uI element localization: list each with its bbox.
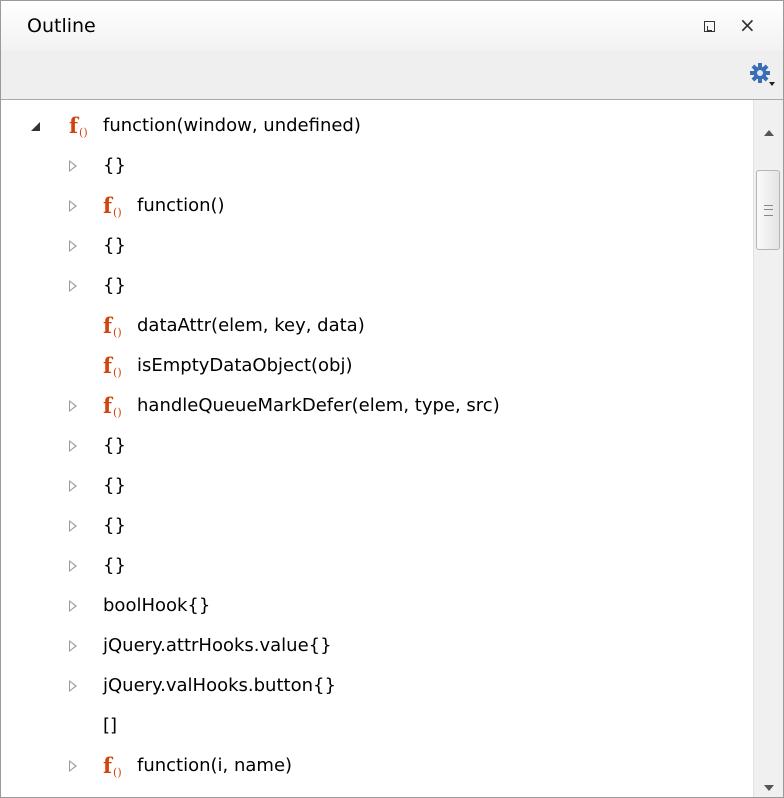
tree-item-label: function(i, name)	[137, 755, 293, 776]
tree-item[interactable]: {}	[1, 146, 753, 186]
tree-item[interactable]: []	[1, 786, 753, 797]
function-icon-parens: ()	[113, 366, 122, 379]
collapsed-arrow-icon[interactable]	[69, 280, 77, 292]
function-icon-parens: ()	[79, 126, 88, 139]
tree-item-label: {}	[103, 555, 126, 576]
function-icon: f()	[69, 106, 88, 146]
collapsed-arrow-icon[interactable]	[69, 440, 77, 452]
function-icon: f()	[103, 746, 122, 786]
function-icon: f()	[103, 186, 122, 226]
function-icon-letter: f	[103, 313, 113, 338]
collapsed-arrow-icon[interactable]	[69, 640, 77, 652]
panel-toolbar	[1, 51, 783, 100]
scroll-down-icon[interactable]	[764, 785, 774, 791]
function-icon-letter: f	[103, 353, 113, 378]
tree-item-label: []	[103, 786, 117, 797]
tree-item[interactable]: boolHook{}	[1, 586, 753, 626]
vertical-scrollbar[interactable]	[753, 100, 783, 797]
function-icon-letter: f	[69, 113, 79, 138]
tree-item[interactable]: f() isEmptyDataObject(obj)	[1, 346, 753, 386]
tree-item-label: {}	[103, 475, 126, 496]
tree-item-label: {}	[103, 515, 126, 536]
expanded-arrow-icon[interactable]	[31, 122, 40, 131]
tree-item-label: handleQueueMarkDefer(elem, type, src)	[137, 395, 500, 416]
tree-item-label: function()	[137, 195, 225, 216]
outline-tree: f() function(window, undefined){} f() funct…	[1, 100, 753, 797]
gear-icon[interactable]	[749, 62, 775, 88]
tree-item[interactable]: {}	[1, 546, 753, 586]
close-icon[interactable]: ×	[739, 13, 756, 37]
tree-item-label: {}	[103, 435, 126, 456]
scroll-up-icon[interactable]	[764, 130, 774, 136]
tree-item[interactable]: {}	[1, 226, 753, 266]
collapsed-arrow-icon[interactable]	[69, 680, 77, 692]
collapsed-arrow-icon[interactable]	[69, 600, 77, 612]
tree-item-label: dataAttr(elem, key, data)	[137, 315, 365, 336]
restore-icon[interactable]	[704, 21, 715, 32]
tree-item-label: {}	[103, 235, 126, 256]
function-icon-parens: ()	[113, 326, 122, 339]
collapsed-arrow-icon[interactable]	[69, 400, 77, 412]
scrollbar-thumb[interactable]	[756, 170, 780, 250]
collapsed-arrow-icon[interactable]	[69, 240, 77, 252]
function-icon-letter: f	[103, 393, 113, 418]
function-icon: f()	[103, 306, 122, 346]
function-icon-parens: ()	[113, 406, 122, 419]
function-icon-letter: f	[103, 193, 113, 218]
collapsed-arrow-icon[interactable]	[69, 160, 77, 172]
tree-item-label: function(window, undefined)	[103, 115, 361, 136]
tree-item-label: {}	[103, 155, 126, 176]
tree-item-label: boolHook{}	[103, 595, 211, 616]
tree-item[interactable]: f() function()	[1, 186, 753, 226]
collapsed-arrow-icon[interactable]	[69, 200, 77, 212]
tree-item[interactable]: f() function(window, undefined)	[1, 106, 753, 146]
collapsed-arrow-icon[interactable]	[69, 560, 77, 572]
tree-item[interactable]: jQuery.valHooks.button{}	[1, 666, 753, 706]
tree-item-label: isEmptyDataObject(obj)	[137, 355, 353, 376]
panel-title: Outline	[27, 15, 96, 37]
tree-item[interactable]: {}	[1, 466, 753, 506]
function-icon-letter: f	[103, 753, 113, 778]
tree-item[interactable]: jQuery.attrHooks.value{}	[1, 626, 753, 666]
outline-panel: Outline × f() function(window, undefined…	[0, 0, 784, 798]
collapsed-arrow-icon[interactable]	[69, 760, 77, 772]
function-icon-parens: ()	[113, 206, 122, 219]
tree-item[interactable]: f() handleQueueMarkDefer(elem, type, src)	[1, 386, 753, 426]
tree-item-label: jQuery.valHooks.button{}	[103, 675, 336, 696]
function-icon: f()	[103, 346, 122, 386]
collapsed-arrow-icon[interactable]	[69, 520, 77, 532]
function-icon-parens: ()	[113, 766, 122, 779]
tree-item[interactable]: f() function(i, name)	[1, 746, 753, 786]
tree-item-label: {}	[103, 275, 126, 296]
tree-item[interactable]: {}	[1, 506, 753, 546]
function-icon: f()	[103, 386, 122, 426]
tree-item[interactable]: {}	[1, 426, 753, 466]
tree-item[interactable]: []	[1, 706, 753, 746]
panel-titlebar: Outline ×	[1, 1, 783, 51]
tree-item-label: jQuery.attrHooks.value{}	[103, 635, 332, 656]
tree-item[interactable]: f() dataAttr(elem, key, data)	[1, 306, 753, 346]
tree-item-label: []	[103, 715, 118, 736]
grip-icon	[764, 205, 773, 216]
collapsed-arrow-icon[interactable]	[69, 480, 77, 492]
tree-item[interactable]: {}	[1, 266, 753, 306]
